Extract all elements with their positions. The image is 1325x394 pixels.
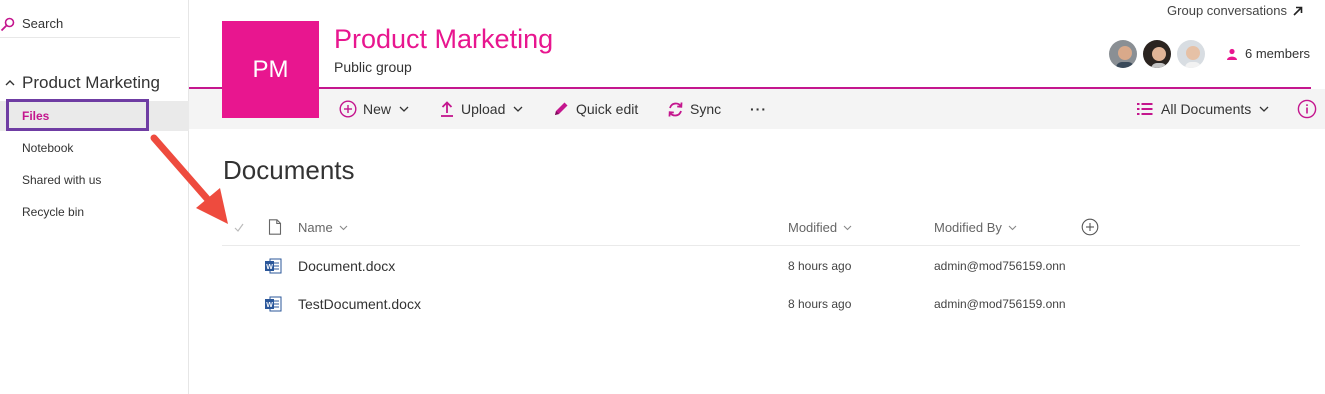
- search-label: Search: [22, 16, 64, 31]
- quick-edit-label: Quick edit: [576, 101, 639, 117]
- annotation-arrow: [150, 134, 228, 224]
- person-icon: [1227, 48, 1237, 60]
- group-privacy: Public group: [334, 59, 412, 75]
- upload-icon: [441, 101, 453, 117]
- column-modified-by-label: Modified By: [934, 219, 1002, 235]
- column-modified-by[interactable]: Modified By: [934, 208, 1017, 246]
- group-logo-tile[interactable]: PM: [222, 21, 319, 118]
- search-box[interactable]: Search: [0, 10, 180, 38]
- more-options-button[interactable]: ···: [750, 89, 767, 129]
- sidebar-item-label: Recycle bin: [22, 205, 85, 219]
- upload-button[interactable]: Upload: [439, 89, 523, 129]
- sidebar-item-label: Notebook: [22, 141, 74, 155]
- list-view-icon: [1137, 103, 1153, 115]
- document-icon: [268, 219, 282, 235]
- chevron-up-icon: [5, 80, 15, 86]
- members-count: 6 members: [1245, 46, 1311, 61]
- chevron-down-icon: [843, 225, 852, 230]
- column-modified[interactable]: Modified: [788, 208, 852, 246]
- group-conversations-link[interactable]: Group conversations: [1167, 3, 1303, 18]
- avatar[interactable]: [1141, 38, 1173, 70]
- info-icon: [1297, 99, 1317, 119]
- modified-by[interactable]: admin@mod756159.onn: [934, 285, 1066, 323]
- column-header-row: Name Modified Modified By: [222, 208, 1300, 246]
- group-nav-heading-label: Product Marketing: [22, 73, 160, 92]
- new-button[interactable]: New: [339, 89, 409, 129]
- chevron-down-icon: [513, 106, 523, 112]
- modified-date: 8 hours ago: [788, 297, 852, 311]
- file-name-link[interactable]: TestDocument.docx: [298, 285, 421, 323]
- chevron-down-icon: [1259, 106, 1269, 112]
- group-logo-initials: PM: [252, 55, 289, 83]
- column-name-label: Name: [298, 219, 333, 235]
- new-button-label: New: [363, 101, 392, 117]
- search-icon: [0, 17, 15, 31]
- chevron-down-icon: [1008, 225, 1017, 230]
- column-modified-label: Modified: [788, 219, 838, 235]
- view-selector-label: All Documents: [1161, 101, 1252, 117]
- column-name[interactable]: Name: [298, 208, 348, 246]
- ellipsis-icon: ···: [750, 101, 767, 117]
- sync-label: Sync: [690, 101, 722, 117]
- arrow-up-right-icon: [1293, 6, 1303, 16]
- modified-by[interactable]: admin@mod756159.onn: [934, 247, 1066, 285]
- files-highlight-box: [6, 99, 149, 131]
- member-avatars: [1107, 38, 1209, 70]
- svg-text:W: W: [266, 264, 273, 271]
- upload-button-label: Upload: [461, 101, 506, 117]
- add-column-button[interactable]: [1081, 208, 1099, 246]
- group-conversations-label: Group conversations: [1167, 3, 1287, 18]
- plus-circle-icon: [1081, 218, 1099, 236]
- svg-text:W: W: [266, 302, 273, 309]
- members-link[interactable]: 6 members: [1226, 46, 1310, 61]
- word-doc-icon: W: [265, 285, 282, 323]
- file-type-column[interactable]: [268, 208, 282, 246]
- chevron-down-icon: [399, 106, 409, 112]
- avatar[interactable]: [1175, 38, 1207, 70]
- plus-circle-icon: [339, 100, 357, 118]
- quick-edit-button[interactable]: Quick edit: [552, 89, 638, 129]
- library-title: Documents: [223, 155, 355, 185]
- sync-icon: [668, 101, 683, 117]
- table-row[interactable]: W Document.docx 8 hours ago admin@mod756…: [222, 247, 1300, 285]
- pencil-icon: [555, 102, 568, 115]
- sidebar-item-label: Shared with us: [22, 173, 102, 187]
- chevron-down-icon: [339, 225, 348, 230]
- group-nav-heading[interactable]: Product Marketing: [0, 72, 189, 94]
- file-name-link[interactable]: Document.docx: [298, 247, 395, 285]
- view-selector[interactable]: All Documents: [1137, 89, 1269, 129]
- info-button[interactable]: [1297, 89, 1317, 129]
- sync-button[interactable]: Sync: [667, 89, 721, 129]
- word-doc-icon: W: [265, 247, 282, 285]
- avatar[interactable]: [1107, 38, 1139, 70]
- group-title: Product Marketing: [334, 24, 554, 54]
- modified-date: 8 hours ago: [788, 259, 852, 273]
- table-row[interactable]: W TestDocument.docx 8 hours ago admin@mo…: [222, 285, 1300, 323]
